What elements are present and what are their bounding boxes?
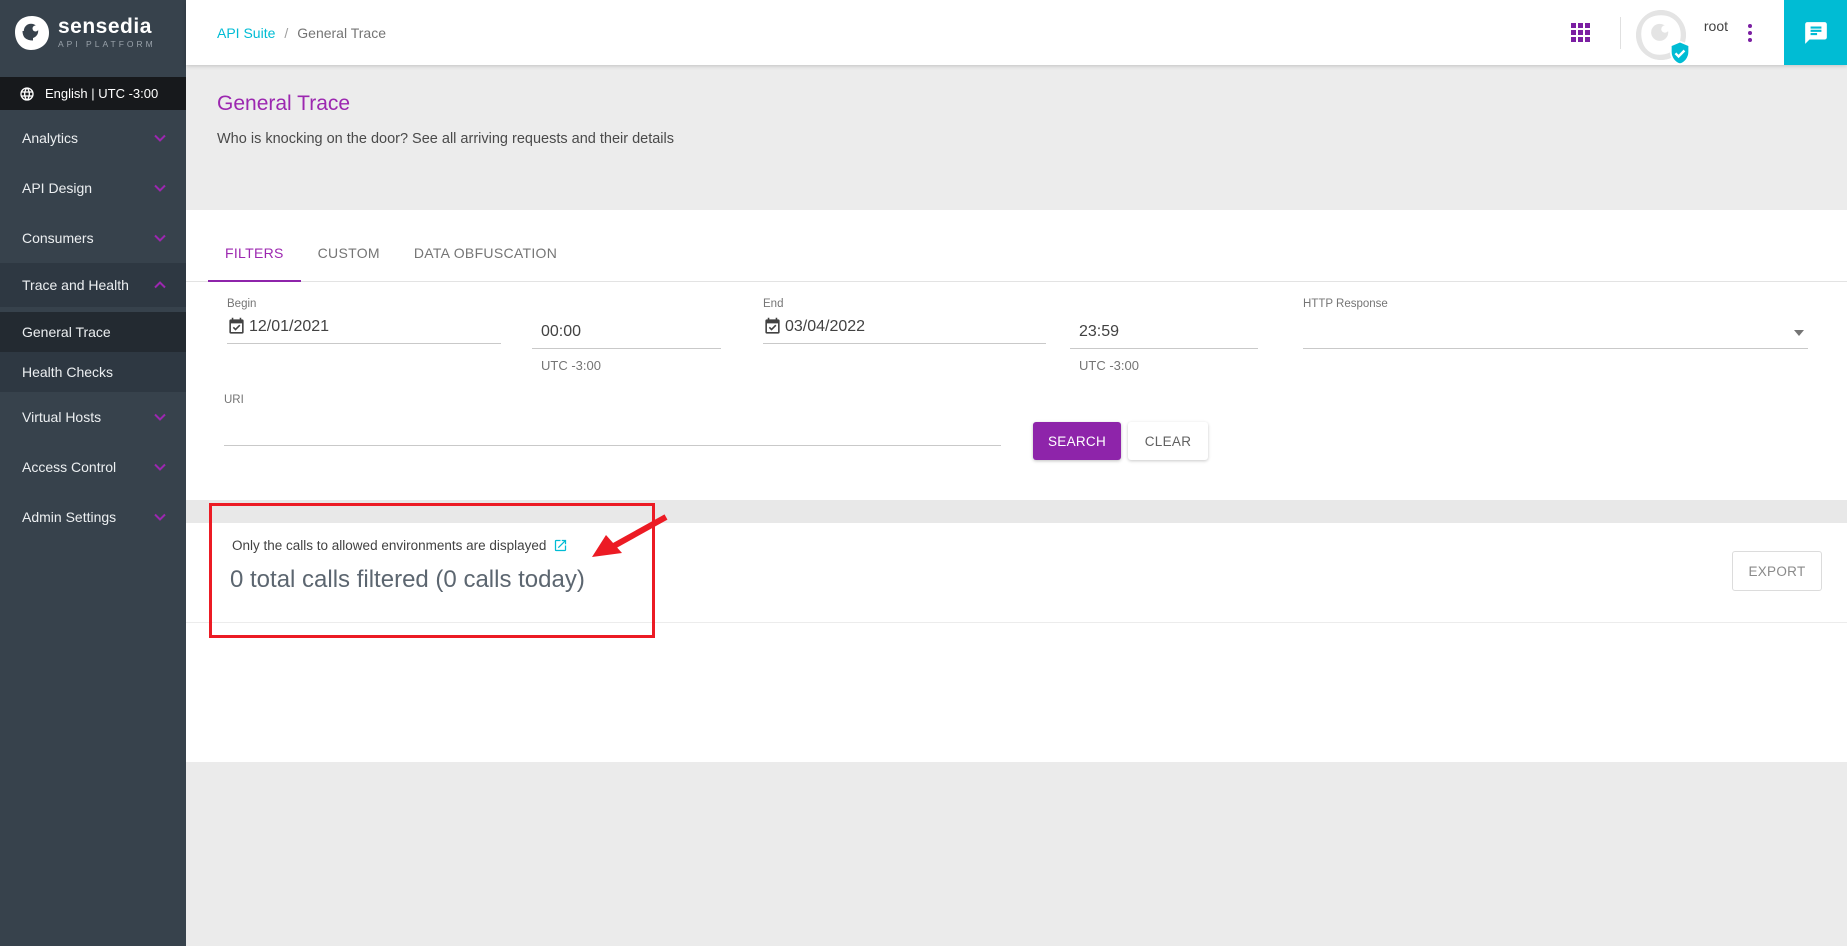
chevron-down-icon xyxy=(154,413,166,421)
chat-button[interactable] xyxy=(1784,0,1847,65)
environments-notice: Only the calls to allowed environments a… xyxy=(232,538,568,553)
filters-form: Begin 12/01/2021 00:00 UTC -3:00 xyxy=(186,282,1847,500)
calendar-icon[interactable] xyxy=(227,317,246,336)
topbar-divider xyxy=(1620,17,1621,49)
sidebar-item-consumers[interactable]: Consumers xyxy=(0,213,186,263)
chevron-down-icon xyxy=(154,463,166,471)
http-response-label: HTTP Response xyxy=(1303,298,1808,310)
end-time-field[interactable]: 23:59 UTC -3:00 xyxy=(1070,298,1258,373)
breadcrumb-current-page: General Trace xyxy=(297,25,386,41)
sensedia-logo-icon xyxy=(13,14,51,52)
logo: sensedia API PLATFORM xyxy=(0,0,186,65)
chevron-down-icon xyxy=(154,513,166,521)
main-area: API Suite / General Trace xyxy=(186,0,1847,946)
begin-label: Begin xyxy=(227,298,501,310)
sidebar-item-access-control[interactable]: Access Control xyxy=(0,442,186,492)
topbar: API Suite / General Trace xyxy=(186,0,1847,65)
results-section: Only the calls to allowed environments a… xyxy=(186,523,1847,762)
sidebar-item-general-trace[interactable]: General Trace xyxy=(0,312,186,352)
chevron-down-icon xyxy=(154,234,166,242)
shield-check-icon xyxy=(1667,40,1693,66)
clear-button[interactable]: CLEAR xyxy=(1128,422,1208,460)
end-label: End xyxy=(763,298,1046,310)
apps-grid-icon[interactable] xyxy=(1571,23,1590,42)
tab-custom[interactable]: CUSTOM xyxy=(301,245,397,281)
bottom-filler xyxy=(186,762,1847,946)
sidebar-nav: Analytics API Design Consumers Trace and… xyxy=(0,113,186,542)
locale-label: English | UTC -3:00 xyxy=(45,86,158,101)
open-in-new-icon[interactable] xyxy=(553,538,568,553)
http-response-field: HTTP Response xyxy=(1303,298,1808,349)
chevron-down-icon xyxy=(154,134,166,142)
sidebar-item-api-design[interactable]: API Design xyxy=(0,163,186,213)
chevron-down-icon xyxy=(154,184,166,192)
calls-summary: 0 total calls filtered (0 calls today) xyxy=(230,566,585,594)
locale-selector[interactable]: English | UTC -3:00 xyxy=(0,77,186,110)
breadcrumb-api-suite[interactable]: API Suite xyxy=(217,25,275,41)
sidebar-item-analytics[interactable]: Analytics xyxy=(0,113,186,163)
tab-filters[interactable]: FILTERS xyxy=(208,245,301,281)
user-name: root xyxy=(1704,18,1728,34)
begin-time-field[interactable]: 00:00 UTC -3:00 xyxy=(532,298,721,373)
tab-bar: FILTERS CUSTOM DATA OBFUSCATION xyxy=(186,210,1847,282)
page-title: General Trace xyxy=(217,92,1847,116)
logo-name: sensedia xyxy=(58,16,156,37)
results-divider xyxy=(186,622,1847,623)
dropdown-arrow-icon xyxy=(1794,330,1804,336)
begin-date-value: 12/01/2021 xyxy=(249,318,329,336)
breadcrumb: API Suite / General Trace xyxy=(217,25,386,41)
sidebar-item-trace-and-health[interactable]: Trace and Health xyxy=(0,263,186,307)
page-header: General Trace Who is knocking on the doo… xyxy=(186,65,1847,210)
breadcrumb-separator: / xyxy=(284,25,288,41)
end-date-field[interactable]: End 03/04/2022 xyxy=(763,298,1046,344)
end-time-value: 23:59 xyxy=(1079,323,1119,341)
section-divider xyxy=(186,500,1847,523)
calendar-icon[interactable] xyxy=(763,317,782,336)
end-date-value: 03/04/2022 xyxy=(785,318,865,336)
sidebar: sensedia API PLATFORM English | UTC -3:0… xyxy=(0,0,186,946)
begin-utc-label: UTC -3:00 xyxy=(532,358,721,373)
end-utc-label: UTC -3:00 xyxy=(1070,358,1258,373)
chat-icon xyxy=(1803,20,1829,46)
tab-data-obfuscation[interactable]: DATA OBFUSCATION xyxy=(397,245,574,281)
sidebar-item-health-checks[interactable]: Health Checks xyxy=(0,352,186,392)
page-subtitle: Who is knocking on the door? See all arr… xyxy=(217,131,1847,147)
sidebar-item-admin-settings[interactable]: Admin Settings xyxy=(0,492,186,542)
chevron-up-icon xyxy=(154,281,166,289)
http-response-select[interactable] xyxy=(1303,317,1808,349)
uri-input[interactable] xyxy=(224,406,1001,446)
search-button[interactable]: SEARCH xyxy=(1033,422,1121,460)
app-root: sensedia API PLATFORM English | UTC -3:0… xyxy=(0,0,1847,946)
globe-icon xyxy=(19,86,35,102)
begin-date-field[interactable]: Begin 12/01/2021 xyxy=(227,298,501,344)
sidebar-item-virtual-hosts[interactable]: Virtual Hosts xyxy=(0,392,186,442)
logo-tagline: API PLATFORM xyxy=(58,40,156,49)
uri-label: URI xyxy=(224,394,1001,406)
kebab-menu-icon[interactable] xyxy=(1744,20,1756,46)
begin-time-value: 00:00 xyxy=(541,323,581,341)
export-button[interactable]: EXPORT xyxy=(1732,551,1822,591)
avatar[interactable] xyxy=(1636,10,1686,60)
uri-field: URI xyxy=(224,394,1001,446)
